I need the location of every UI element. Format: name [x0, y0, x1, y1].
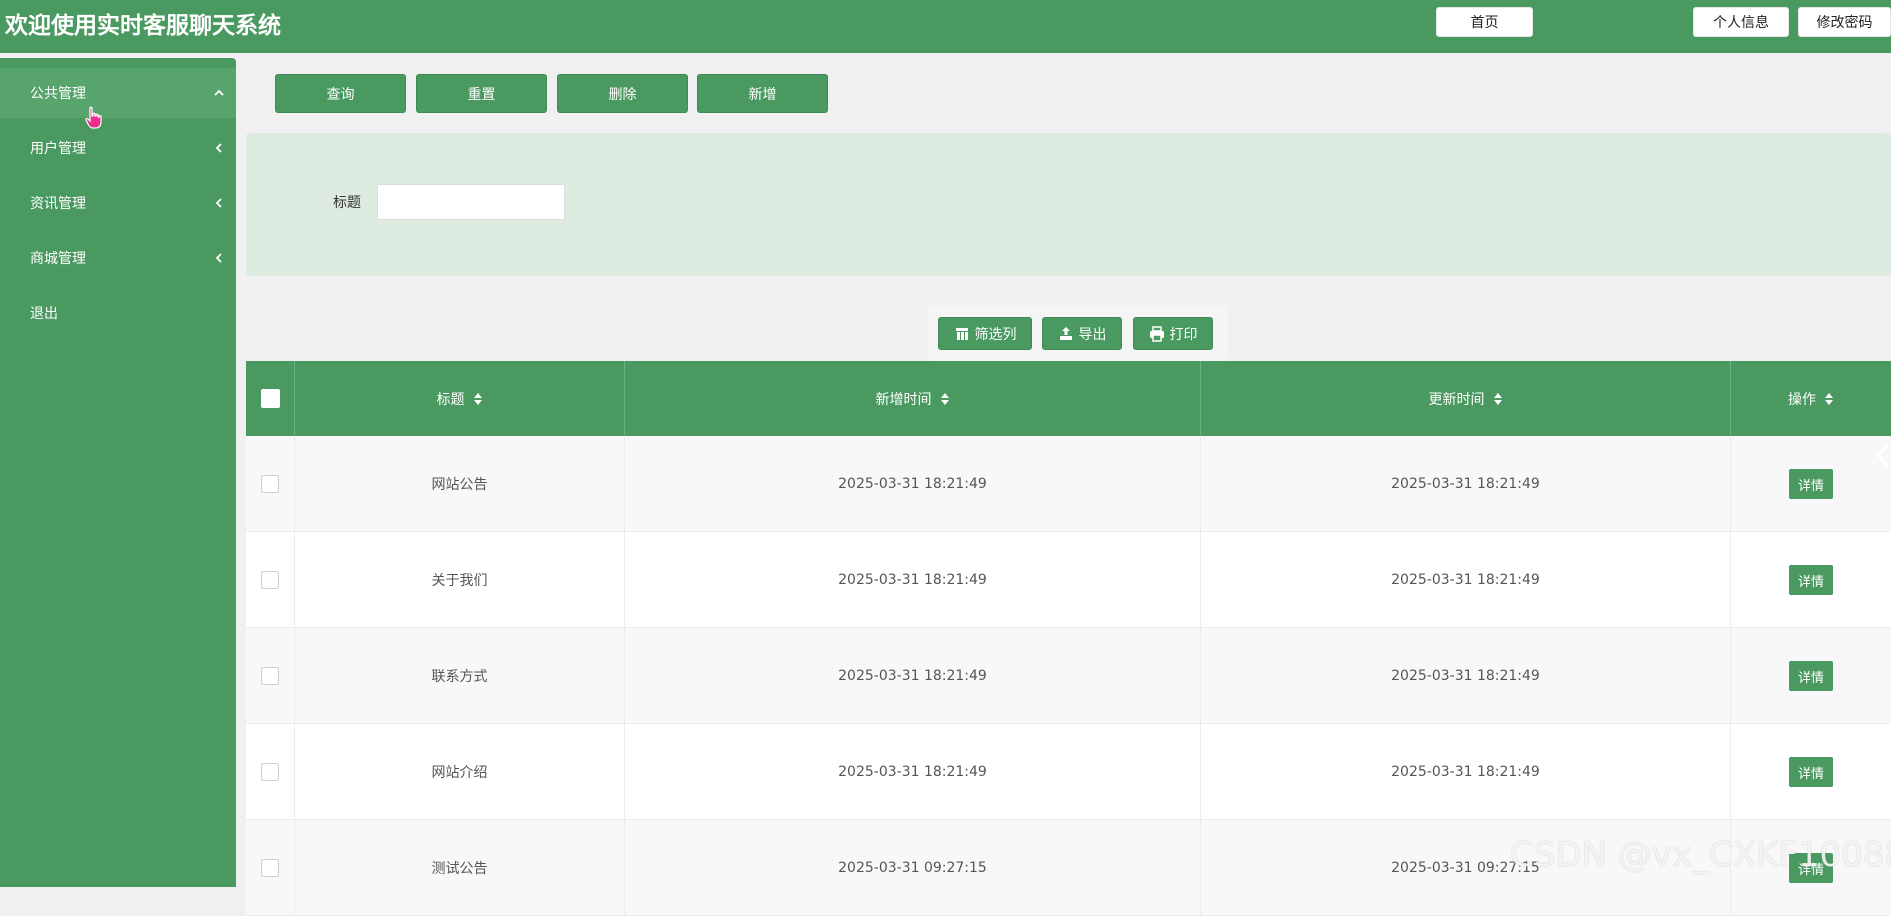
sidebar: 公共管理 用户管理 资讯管理 商城管理 退出	[0, 58, 236, 887]
column-header-title[interactable]: 标题	[295, 361, 625, 436]
column-header-label: 新增时间	[875, 391, 932, 408]
delete-button[interactable]: 删除	[557, 74, 688, 113]
row-checkbox-cell	[246, 532, 295, 628]
row-created-time: 2025-03-31 18:21:49	[625, 532, 1201, 628]
row-actions: 详情	[1731, 532, 1891, 628]
row-title: 测试公告	[295, 820, 625, 916]
filter-columns-button[interactable]: 筛选列	[938, 317, 1032, 350]
row-title: 关于我们	[295, 532, 625, 628]
home-button[interactable]: 首页	[1436, 7, 1533, 37]
row-created-time: 2025-03-31 18:21:49	[625, 436, 1201, 532]
table-header: 标题 新增时间 更新时间 操作	[246, 361, 1891, 436]
row-title: 网站公告	[295, 436, 625, 532]
row-created-time: 2025-03-31 09:27:15	[625, 820, 1201, 916]
row-actions: 详情	[1731, 436, 1891, 532]
table-row: 关于我们 2025-03-31 18:21:49 2025-03-31 18:2…	[246, 532, 1891, 628]
print-label: 打印	[1169, 326, 1198, 343]
detail-button[interactable]: 详情	[1789, 565, 1833, 595]
profile-button[interactable]: 个人信息	[1693, 7, 1789, 37]
row-checkbox-cell	[246, 436, 295, 532]
row-checkbox-cell	[246, 820, 295, 916]
sidebar-item-label: 公共管理	[30, 86, 86, 102]
table-row: 网站介绍 2025-03-31 18:21:49 2025-03-31 18:2…	[246, 724, 1891, 820]
sidebar-item-label: 资讯管理	[30, 196, 86, 212]
query-button[interactable]: 查询	[275, 74, 406, 113]
column-header-label: 更新时间	[1428, 391, 1485, 408]
table-row: 网站公告 2025-03-31 18:21:49 2025-03-31 18:2…	[246, 436, 1891, 532]
row-actions: 详情	[1731, 628, 1891, 724]
detail-button[interactable]: 详情	[1789, 757, 1833, 787]
row-checkbox[interactable]	[261, 763, 279, 781]
change-password-button[interactable]: 修改密码	[1798, 7, 1891, 37]
app-title: 欢迎使用实时客服聊天系统	[5, 13, 281, 39]
hand-cursor-icon	[85, 106, 102, 129]
chevron-left-icon[interactable]	[1874, 440, 1891, 470]
sort-icon	[1493, 392, 1502, 405]
top-bar: 欢迎使用实时客服聊天系统 首页 个人信息 修改密码	[0, 0, 1891, 53]
table-filter-icon	[955, 327, 968, 340]
add-button[interactable]: 新增	[697, 74, 828, 113]
row-checkbox[interactable]	[261, 475, 279, 493]
chevron-left-icon	[215, 143, 222, 153]
row-title: 联系方式	[295, 628, 625, 724]
column-header-label: 操作	[1788, 391, 1816, 408]
column-header-label: 标题	[436, 391, 465, 408]
sort-icon	[473, 392, 482, 405]
row-checkbox[interactable]	[261, 859, 279, 877]
data-table: 标题 新增时间 更新时间 操作 网站公告 2025-03-31 18:21:49…	[246, 361, 1891, 916]
chevron-left-icon	[215, 198, 222, 208]
title-search-input[interactable]	[377, 184, 565, 220]
chevron-up-icon	[214, 89, 224, 96]
row-title: 网站介绍	[295, 724, 625, 820]
row-created-time: 2025-03-31 18:21:49	[625, 724, 1201, 820]
watermark: CSDN @vx_CXKF10088	[1510, 835, 1891, 875]
column-header-updated[interactable]: 更新时间	[1201, 361, 1731, 436]
chevron-left-icon	[215, 253, 222, 263]
detail-button[interactable]: 详情	[1789, 661, 1833, 691]
sidebar-item-label: 用户管理	[30, 141, 86, 157]
sidebar-item-users[interactable]: 用户管理	[0, 123, 236, 173]
row-created-time: 2025-03-31 18:21:49	[625, 628, 1201, 724]
column-header-actions[interactable]: 操作	[1731, 361, 1891, 436]
filter-columns-label: 筛选列	[974, 326, 1017, 343]
export-label: 导出	[1078, 326, 1107, 343]
row-checkbox[interactable]	[261, 571, 279, 589]
column-header-created[interactable]: 新增时间	[625, 361, 1201, 436]
select-all-cell	[246, 361, 295, 436]
row-checkbox[interactable]	[261, 667, 279, 685]
select-all-checkbox[interactable]	[260, 389, 280, 408]
title-search-label: 标题	[333, 195, 361, 211]
row-checkbox-cell	[246, 724, 295, 820]
reset-button[interactable]: 重置	[416, 74, 547, 113]
row-actions: 详情	[1731, 724, 1891, 820]
sidebar-item-label: 退出	[30, 306, 58, 322]
printer-icon	[1149, 325, 1164, 342]
sidebar-item-label: 商城管理	[30, 251, 86, 267]
row-updated-time: 2025-03-31 18:21:49	[1201, 436, 1731, 532]
sidebar-item-public[interactable]: 公共管理	[0, 68, 236, 118]
sort-icon	[940, 392, 949, 405]
row-updated-time: 2025-03-31 18:21:49	[1201, 628, 1731, 724]
sort-icon	[1825, 392, 1833, 405]
sidebar-item-news[interactable]: 资讯管理	[0, 178, 236, 228]
row-updated-time: 2025-03-31 18:21:49	[1201, 532, 1731, 628]
detail-button[interactable]: 详情	[1789, 469, 1833, 499]
table-row: 联系方式 2025-03-31 18:21:49 2025-03-31 18:2…	[246, 628, 1891, 724]
sidebar-item-logout[interactable]: 退出	[0, 288, 236, 338]
print-button[interactable]: 打印	[1133, 317, 1213, 350]
export-icon	[1059, 326, 1072, 340]
sidebar-item-mall[interactable]: 商城管理	[0, 233, 236, 283]
row-updated-time: 2025-03-31 18:21:49	[1201, 724, 1731, 820]
export-button[interactable]: 导出	[1042, 317, 1122, 350]
row-checkbox-cell	[246, 628, 295, 724]
